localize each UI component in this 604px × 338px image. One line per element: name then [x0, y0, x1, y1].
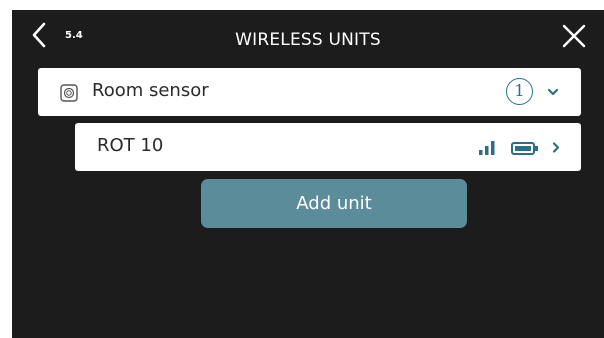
- add-unit-button[interactable]: Add unit: [201, 179, 467, 228]
- signal-strength-icon: [479, 141, 495, 155]
- close-icon: [562, 24, 586, 48]
- unit-row-rot-10[interactable]: ROT 10: [75, 123, 581, 171]
- close-button[interactable]: [560, 22, 588, 50]
- unit-name: ROT 10: [97, 135, 164, 156]
- unit-count-badge: 1: [506, 78, 533, 105]
- page-title: WIRELESS UNITS: [235, 30, 381, 50]
- unit-group-room-sensor[interactable]: Room sensor 1: [38, 68, 581, 116]
- header-bar: 5.4 WIRELESS UNITS: [12, 10, 604, 66]
- chevron-down-icon[interactable]: [546, 86, 560, 98]
- display-screen: 5.4 WIRELESS UNITS Room sensor 1 ROT 10: [12, 10, 604, 338]
- room-sensor-icon: [60, 84, 78, 102]
- unit-group-label: Room sensor: [92, 80, 209, 101]
- chevron-right-icon[interactable]: [551, 141, 561, 154]
- battery-icon: [511, 142, 538, 155]
